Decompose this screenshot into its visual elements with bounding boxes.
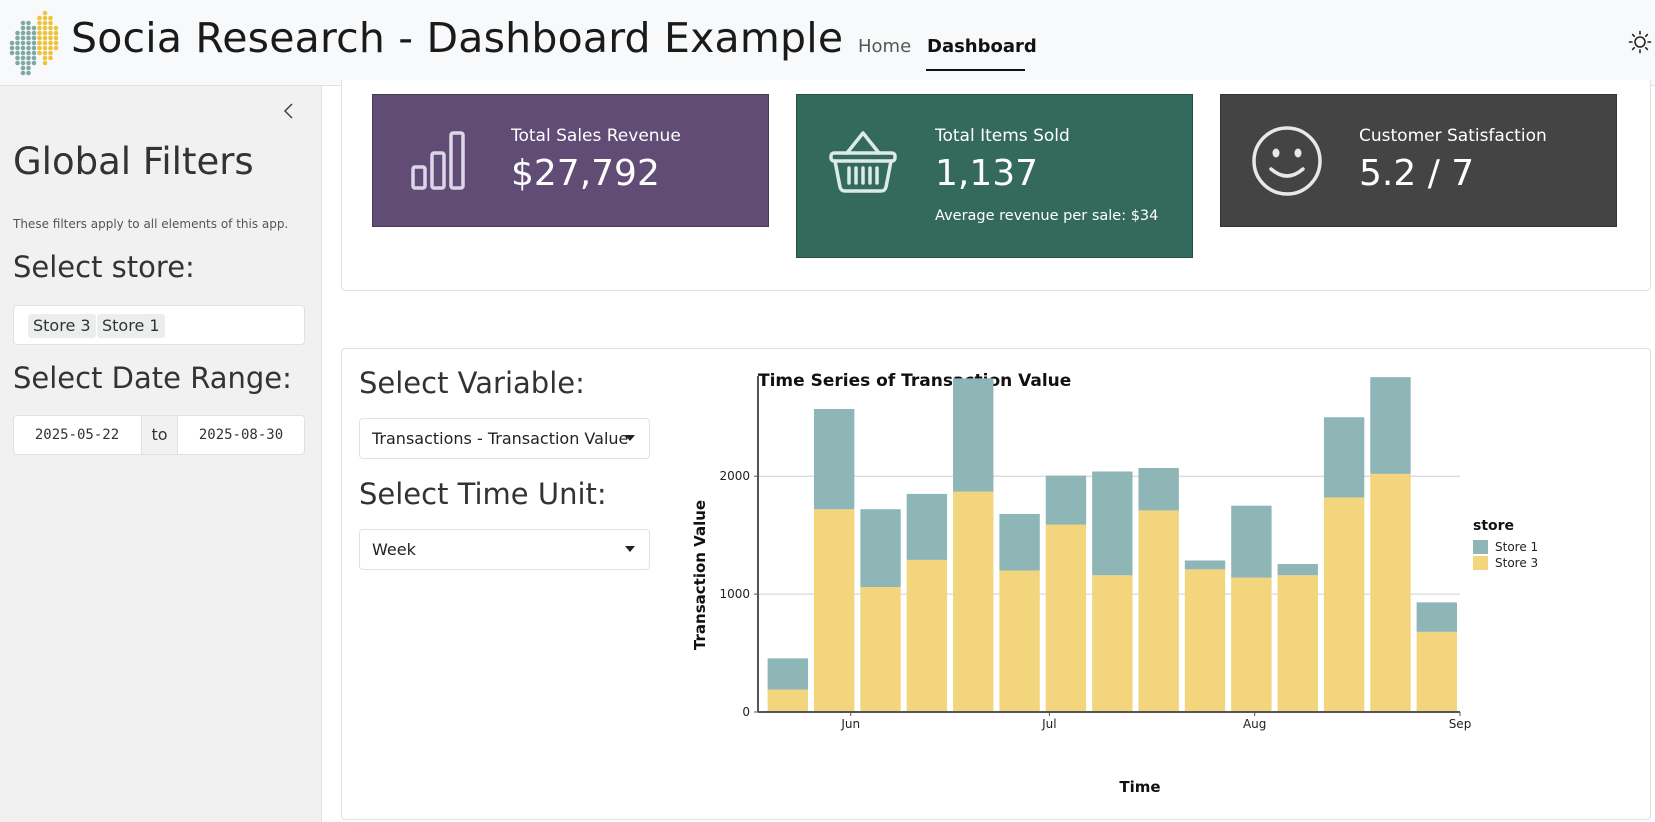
x-tick-label: Sep — [1449, 717, 1472, 731]
bar-store-1 — [1416, 602, 1458, 632]
bar-chart-icon — [411, 131, 465, 190]
bar-store-1 — [860, 509, 901, 588]
smiley-icon — [1252, 126, 1322, 196]
active-tab-indicator — [926, 69, 1025, 71]
bar-store-1 — [1370, 377, 1411, 474]
bar-store-3 — [1092, 575, 1133, 712]
x-tick-label: Jul — [1041, 717, 1056, 731]
date-start-input[interactable]: 2025-05-22 — [14, 416, 140, 454]
value-box-satisfaction: Customer Satisfaction 5.2 / 7 — [1220, 94, 1617, 227]
bar-store-1 — [1184, 560, 1226, 570]
app-header: Socia Research - Dashboard Example Home … — [0, 0, 1655, 86]
bar-store-3 — [860, 587, 901, 712]
bar-store-3 — [1416, 631, 1458, 712]
sidebar-note: These filters apply to all elements of t… — [13, 217, 289, 231]
nav-dashboard[interactable]: Dashboard — [927, 36, 1037, 57]
date-range-input: 2025-05-22 to 2025-08-30 — [13, 415, 305, 455]
x-tick-label: Jun — [840, 717, 860, 731]
caret-down-icon — [625, 435, 635, 441]
caret-down-icon — [625, 546, 635, 552]
store-label: Select store: — [13, 250, 195, 284]
value-box-revenue: Total Sales Revenue $27,792 — [372, 94, 769, 227]
value-box-title: Total Items Sold — [935, 126, 1070, 146]
variable-select-value: Transactions - Transaction Value — [372, 429, 629, 448]
nav-home[interactable]: Home — [858, 36, 911, 57]
date-separator: to — [141, 416, 178, 454]
sidebar-title: Global Filters — [13, 140, 254, 183]
store-chip[interactable]: Store 3 — [28, 314, 96, 338]
transaction-value-chart: Time Series of Transaction Value 0 1000 20… — [691, 371, 1538, 796]
bar-store-3 — [1231, 577, 1272, 712]
bar-store-1 — [813, 409, 855, 510]
bar-store-1 — [1277, 564, 1318, 576]
value-box-value: 1,137 — [935, 153, 1039, 194]
bar-store-3 — [1045, 524, 1087, 712]
y-tick-label: 1000 — [719, 587, 750, 601]
bar-store-1 — [999, 513, 1040, 571]
bar-store-1 — [1231, 505, 1272, 578]
y-axis-label: Transaction Value — [691, 500, 709, 650]
legend-title: store — [1473, 518, 1514, 534]
date-range-label: Select Date Range: — [13, 361, 292, 395]
app-title: Socia Research - Dashboard Example — [71, 14, 844, 62]
date-end-input[interactable]: 2025-08-30 — [178, 416, 304, 454]
value-box-items: Total Items Sold 1,137 Average revenue p… — [796, 94, 1193, 258]
bar-store-1 — [1323, 417, 1365, 498]
variable-label: Select Variable: — [359, 366, 585, 400]
bar-store-3 — [1184, 569, 1226, 712]
bar-store-3 — [906, 559, 948, 712]
legend-label: Store 1 — [1495, 540, 1538, 554]
store-multiselect[interactable]: Store 3 Store 1 — [13, 305, 305, 345]
time-unit-select-value: Week — [372, 540, 416, 559]
bar-store-3 — [999, 570, 1040, 712]
chevron-left-icon[interactable] — [280, 100, 298, 122]
sun-icon[interactable] — [1628, 30, 1652, 54]
bar-store-1 — [767, 658, 809, 690]
bar-store-3 — [1277, 575, 1318, 712]
legend-swatch — [1473, 540, 1488, 554]
bar-store-1 — [1045, 475, 1087, 525]
legend-swatch — [1473, 556, 1488, 570]
variable-select[interactable]: Transactions - Transaction Value — [359, 418, 650, 459]
bar-store-3 — [1370, 473, 1411, 712]
bar-store-1 — [906, 493, 948, 560]
bar-store-3 — [1323, 497, 1365, 712]
time-unit-label: Select Time Unit: — [359, 477, 607, 511]
y-tick-label: 2000 — [719, 469, 750, 483]
store-chip[interactable]: Store 1 — [97, 314, 165, 338]
bar-store-1 — [1138, 467, 1179, 511]
time-unit-select[interactable]: Week — [359, 529, 650, 570]
bar-store-3 — [1138, 510, 1179, 712]
bar-store-3 — [813, 509, 855, 712]
value-box-title: Total Sales Revenue — [511, 126, 681, 146]
legend-label: Store 3 — [1495, 556, 1538, 570]
bar-store-1 — [953, 378, 994, 492]
chart-title: Time Series of Transaction Value — [758, 371, 1071, 391]
bar-store-3 — [767, 689, 809, 712]
value-box-value: 5.2 / 7 — [1359, 153, 1475, 194]
x-tick-label: Aug — [1243, 717, 1266, 731]
value-box-value: $27,792 — [511, 153, 660, 194]
basket-icon — [829, 131, 897, 193]
value-box-title: Customer Satisfaction — [1359, 126, 1547, 146]
y-tick-label: 0 — [742, 705, 750, 719]
bar-store-1 — [1092, 471, 1133, 576]
x-axis-label: Time — [1119, 778, 1160, 796]
value-box-subtitle: Average revenue per sale: $34 — [935, 208, 1159, 224]
sidebar: Global Filters These filters apply to al… — [0, 86, 322, 822]
bar-store-3 — [953, 491, 994, 712]
socia-logo-icon — [9, 10, 59, 76]
